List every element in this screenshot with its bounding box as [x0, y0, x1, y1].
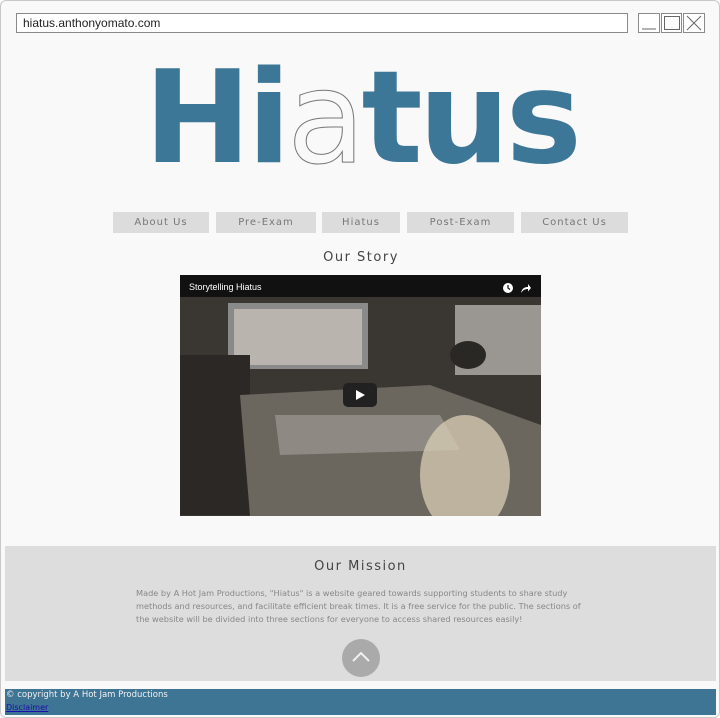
browser-window: hiatus.anthonyomato.com Hiatus About Us … [0, 0, 720, 718]
maximize-button[interactable] [660, 13, 683, 33]
logo-text-hollow: a [287, 44, 366, 193]
mission-section: Our Mission Made by A Hot Jam Production… [5, 546, 716, 681]
video-title[interactable]: Storytelling Hiatus [189, 282, 262, 292]
nav-hiatus[interactable]: Hiatus [322, 212, 400, 233]
maximize-icon [663, 16, 680, 30]
mission-text: Made by A Hot Jam Productions, "Hiatus" … [136, 588, 581, 624]
play-button[interactable] [343, 383, 377, 407]
mission-heading: Our Mission [314, 559, 407, 574]
story-heading: Our Story [323, 250, 399, 265]
address-bar[interactable]: hiatus.anthonyomato.com [16, 13, 628, 33]
copyright-text: © copyright by A Hot Jam Productions [6, 690, 168, 700]
window-controls [638, 13, 706, 33]
site-logo[interactable]: Hiatus [1, 48, 719, 189]
disclaimer-link[interactable]: Disclaimer [6, 703, 48, 712]
close-button[interactable] [683, 13, 706, 33]
play-icon [356, 390, 365, 400]
watch-later-icon[interactable] [502, 282, 514, 294]
scroll-to-top-button[interactable] [342, 639, 380, 677]
minimize-button[interactable] [638, 13, 660, 33]
nav-pre-exam[interactable]: Pre-Exam [216, 212, 316, 233]
share-icon[interactable] [520, 282, 532, 294]
nav-contact-us[interactable]: Contact Us [521, 212, 628, 233]
logo-text-right: tus [361, 44, 581, 193]
chevron-up-icon [352, 651, 370, 662]
video-player[interactable]: Storytelling Hiatus [180, 275, 541, 516]
close-icon [686, 15, 702, 31]
nav-post-exam[interactable]: Post-Exam [407, 212, 514, 233]
main-nav: About Us Pre-Exam Hiatus Post-Exam Conta… [1, 212, 719, 233]
minimize-icon [642, 28, 656, 30]
nav-about-us[interactable]: About Us [113, 212, 209, 233]
logo-text-left: Hi [144, 44, 291, 193]
footer: © copyright by A Hot Jam Productions Dis… [5, 689, 716, 715]
